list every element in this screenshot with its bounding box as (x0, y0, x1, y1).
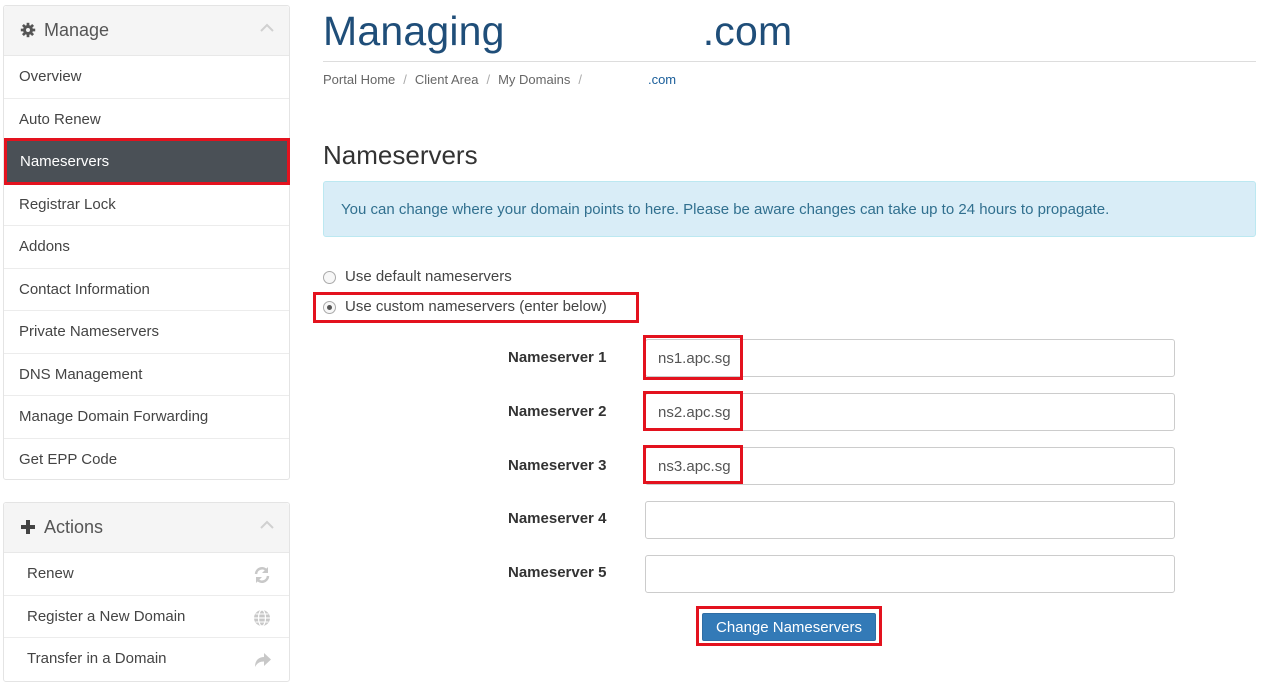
breadcrumb-separator: / (486, 72, 491, 87)
page-title-domain: .com (702, 8, 793, 54)
nameserver-3-label: Nameserver 3 (508, 457, 607, 474)
sidebar-item-auto-renew[interactable]: Auto Renew (4, 99, 289, 141)
sidebar-item-label: Registrar Lock (19, 195, 116, 213)
sidebar-item-addons[interactable]: Addons (4, 226, 289, 269)
radio-label: Use default nameservers (345, 268, 512, 285)
sidebar-item-label: Private Nameservers (19, 323, 160, 340)
sidebar-item-nameservers[interactable]: Nameservers (5, 141, 288, 184)
refresh-icon (254, 567, 270, 583)
sidebar-item-label: Contact Information (19, 280, 150, 298)
sidebar-item-get-epp-code[interactable]: Get EPP Code (4, 439, 289, 482)
info-alert-text: You can change where your domain points … (341, 201, 1110, 218)
action-renew[interactable]: Renew (4, 553, 289, 596)
sidebar-item-overview[interactable]: Overview (4, 56, 289, 99)
action-label: Renew (27, 565, 74, 582)
radio-button[interactable] (323, 271, 336, 284)
nameserver-1-input[interactable] (645, 339, 1175, 377)
change-nameservers-button[interactable]: Change Nameservers (702, 613, 876, 641)
action-label: Transfer in a Domain (27, 650, 167, 667)
actions-panel: Actions Renew Register a New Domain Tran… (3, 502, 290, 682)
action-register-domain[interactable]: Register a New Domain (4, 596, 289, 638)
nameserver-2-label: Nameserver 2 (508, 403, 607, 420)
manage-panel-title: Manage (44, 20, 110, 40)
share-arrow-icon (255, 653, 271, 667)
sidebar-item-label: DNS Management (19, 365, 143, 383)
breadcrumb-client-area[interactable]: Client Area (415, 72, 479, 87)
sidebar-item-dns-management[interactable]: DNS Management (4, 354, 289, 396)
radio-label: Use custom nameservers (enter below) (345, 298, 607, 315)
page-title-prefix: Managing (323, 8, 505, 54)
info-alert: You can change where your domain points … (323, 181, 1256, 237)
manage-panel-header[interactable]: Manage (4, 6, 289, 56)
nameserver-5-input[interactable] (645, 555, 1175, 593)
nameserver-1-label: Nameserver 1 (508, 349, 607, 366)
sidebar-item-private-nameservers[interactable]: Private Nameservers (4, 311, 289, 354)
nameserver-3-input[interactable] (645, 447, 1175, 485)
sidebar-item-label: Get EPP Code (19, 450, 118, 468)
sidebar-item-label: Auto Renew (19, 110, 101, 128)
sidebar-item-label: Addons (19, 238, 70, 255)
sidebar-item-label: Nameservers (20, 153, 110, 170)
sidebar-item-domain-forwarding[interactable]: Manage Domain Forwarding (4, 396, 289, 439)
actions-panel-header[interactable]: Actions (4, 503, 289, 553)
breadcrumb-portal-home[interactable]: Portal Home (323, 72, 395, 87)
radio-button-checked[interactable] (323, 301, 336, 314)
actions-panel-title: Actions (44, 517, 104, 537)
breadcrumb-separator: / (403, 72, 407, 87)
nameserver-2-input[interactable] (645, 393, 1175, 431)
breadcrumb-my-domains[interactable]: My Domains (498, 72, 570, 87)
breadcrumb: Portal Home / Client Area / My Domains / .com (323, 72, 676, 87)
sidebar-item-registrar-lock[interactable]: Registrar Lock (4, 184, 289, 226)
breadcrumb-separator: / (578, 72, 582, 87)
globe-icon (254, 608, 270, 627)
chevron-up-icon[interactable] (259, 519, 275, 531)
breadcrumb-current-domain: .com (647, 72, 677, 87)
manage-panel: Manage Overview Auto Renew Nameservers R… (3, 5, 290, 480)
nameserver-4-input[interactable] (645, 501, 1175, 539)
sidebar-item-label: Manage Domain Forwarding (19, 408, 209, 425)
plus-icon (21, 520, 35, 534)
gear-icon (20, 22, 36, 38)
page-title: Managing .com (323, 8, 792, 55)
section-title: Nameservers (323, 140, 478, 170)
action-transfer-domain[interactable]: Transfer in a Domain (4, 638, 289, 681)
title-divider (323, 61, 1256, 62)
sidebar-item-contact-information[interactable]: Contact Information (4, 269, 289, 311)
nameserver-4-label: Nameserver 4 (508, 510, 607, 527)
chevron-up-icon[interactable] (259, 22, 275, 34)
action-label: Register a New Domain (27, 607, 186, 625)
sidebar-item-label: Overview (19, 68, 82, 85)
nameserver-5-label: Nameserver 5 (508, 564, 607, 581)
